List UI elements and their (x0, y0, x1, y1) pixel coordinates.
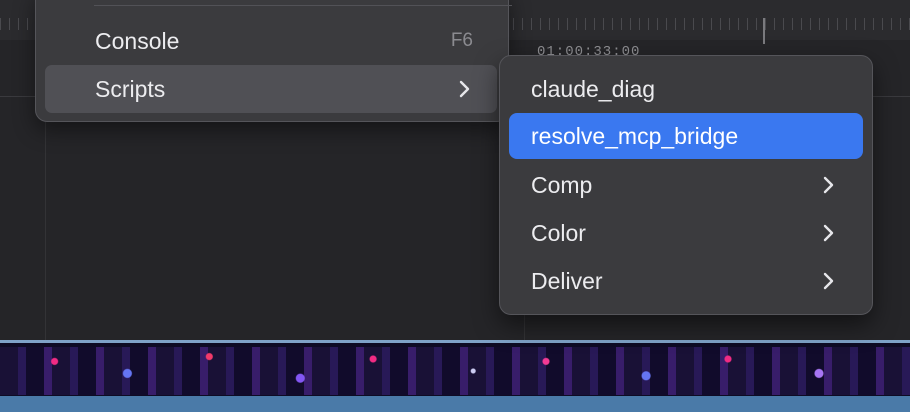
submenu-item-comp[interactable]: Comp (509, 162, 863, 208)
menu-item-scripts[interactable]: Scripts (45, 65, 497, 113)
clip-thumbnails (0, 347, 910, 395)
chevron-right-icon (823, 272, 834, 290)
submenu-item-label: resolve_mcp_bridge (531, 122, 739, 149)
workspace-menu: Console F6 Scripts (35, 0, 512, 122)
submenu-item-claude-diag[interactable]: claude_diag (509, 66, 863, 112)
menu-item-label: Console (95, 27, 180, 54)
chevron-right-icon (823, 176, 834, 194)
submenu-item-deliver[interactable]: Deliver (509, 258, 863, 304)
submenu-item-color[interactable]: Color (509, 210, 863, 256)
shortcut-label: F6 (450, 30, 473, 51)
menu-item-console[interactable]: Console F6 (45, 17, 497, 65)
track-lane (0, 396, 910, 412)
track-divider (45, 96, 46, 340)
video-clip[interactable] (0, 340, 910, 399)
menu-separator (94, 5, 512, 6)
playhead[interactable] (763, 18, 765, 44)
submenu-item-label: Deliver (531, 267, 603, 294)
submenu-item-resolve-mcp-bridge[interactable]: resolve_mcp_bridge (509, 113, 863, 159)
scripts-submenu: claude_diag resolve_mcp_bridge Comp Colo… (499, 55, 873, 315)
submenu-item-label: Color (531, 219, 586, 246)
submenu-item-label: claude_diag (531, 75, 656, 102)
submenu-item-label: Comp (531, 171, 593, 198)
menu-item-label: Scripts (95, 75, 166, 102)
chevron-right-icon (459, 80, 470, 98)
chevron-right-icon (823, 224, 834, 242)
